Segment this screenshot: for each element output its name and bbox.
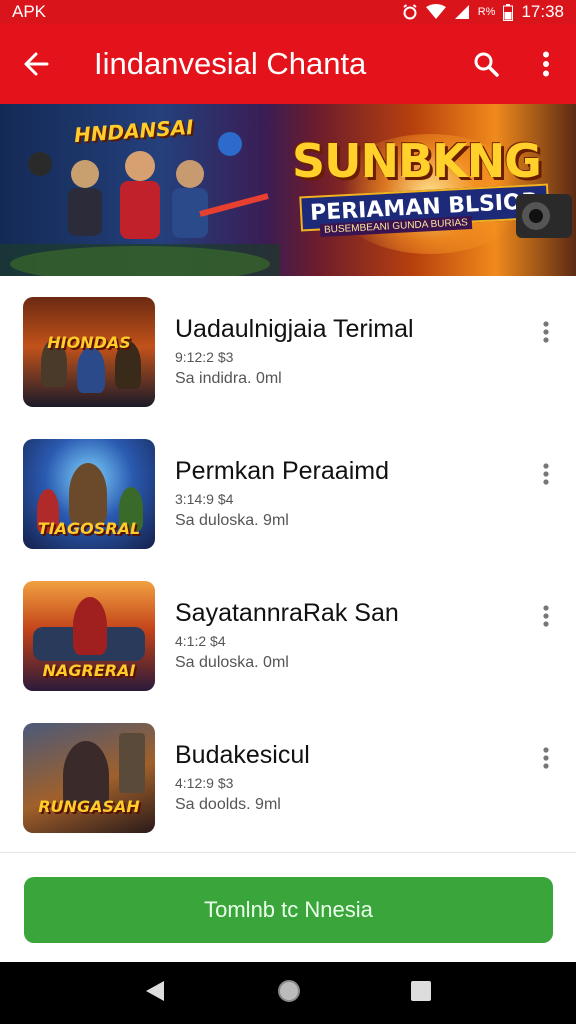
more-options-button[interactable] (516, 24, 576, 104)
list-item[interactable]: TIAGOSRAL Permkan Peraaimd 3:14:9 $4 Sa … (0, 424, 576, 566)
banner-camera-art (516, 194, 572, 238)
item-title: Budakesicul (175, 741, 310, 769)
list-item[interactable]: HIONDAS Uadaulnigjaia Terimal 9:12:2 $3 … (0, 282, 576, 424)
thumbnail-title: HIONDAS (47, 333, 131, 352)
status-time: 17:38 (521, 2, 564, 21)
item-title: SayatannraRak San (175, 599, 399, 627)
more-vert-icon (543, 747, 549, 769)
item-thumbnail: NAGRERAI (23, 581, 155, 691)
item-title: Permkan Peraaimd (175, 457, 389, 485)
list-item[interactable]: NAGRERAI SayatannraRak San 4:1:2 $4 Sa d… (0, 566, 576, 708)
back-button[interactable] (0, 24, 72, 104)
status-icons: R% 17:38 (402, 2, 564, 22)
more-vert-icon (543, 51, 549, 77)
item-meta: 4:12:9 $3 (175, 775, 234, 791)
nav-home-button[interactable] (276, 978, 302, 1009)
item-meta: 3:14:9 $4 (175, 491, 234, 507)
item-meta: 4:1:2 $4 (175, 633, 226, 649)
app-title: Iindanvesial Chanta (94, 46, 367, 81)
item-meta-secondary: Sa duloska. 9ml (175, 512, 289, 529)
signal-icon (454, 5, 469, 19)
thumbnail-title: NAGRERAI (42, 661, 136, 680)
item-more-button[interactable] (530, 742, 562, 774)
item-thumbnail: RUNGASAH (23, 723, 155, 833)
item-thumbnail: TIAGOSRAL (23, 439, 155, 549)
back-triangle-icon (146, 980, 164, 1001)
list-item[interactable]: RUNGASAH Budakesicul 4:12:9 $3 Sa doolds… (0, 708, 576, 850)
app-bar: Iindanvesial Chanta (0, 24, 576, 104)
primary-action-button[interactable]: Tomlnb tc Nnesia (24, 877, 553, 943)
item-more-button[interactable] (530, 316, 562, 348)
item-title: Uadaulnigjaia Terimal (175, 315, 414, 343)
nav-recents-button[interactable] (410, 980, 432, 1007)
battery-icon (503, 3, 514, 21)
game-list: HIONDAS Uadaulnigjaia Terimal 9:12:2 $3 … (0, 282, 576, 850)
more-vert-icon (543, 321, 549, 343)
item-meta: 9:12:2 $3 (175, 349, 234, 365)
system-nav-bar (0, 962, 576, 1024)
home-circle-icon (278, 979, 300, 1002)
status-bar: APK R% 17:38 (0, 0, 576, 24)
search-icon (474, 52, 499, 77)
more-vert-icon (543, 605, 549, 627)
thumbnail-title: TIAGOSRAL (37, 519, 141, 538)
item-more-button[interactable] (530, 458, 562, 490)
divider (0, 852, 576, 853)
nav-back-button[interactable] (144, 979, 168, 1008)
search-button[interactable] (456, 24, 516, 104)
item-more-button[interactable] (530, 600, 562, 632)
item-meta-secondary: Sa doolds. 9ml (175, 796, 281, 813)
item-thumbnail: HIONDAS (23, 297, 155, 407)
wifi-icon (425, 4, 446, 19)
item-meta-secondary: Sa indidra. 0ml (175, 370, 282, 387)
thumbnail-title: RUNGASAH (38, 797, 140, 816)
more-vert-icon (543, 463, 549, 485)
item-meta-secondary: Sa duloska. 0ml (175, 654, 289, 671)
promo-banner[interactable]: HNDANSAI SUNBKNG PERIAMAN BLSIOR BUSEMBE… (0, 104, 576, 276)
back-arrow-icon (24, 52, 49, 76)
status-left-label: APK (12, 2, 47, 21)
banner-headline: SUNBKNG (292, 134, 542, 188)
battery-percent: R% (477, 6, 496, 18)
recents-square-icon (411, 980, 431, 1001)
alarm-icon (403, 4, 417, 20)
